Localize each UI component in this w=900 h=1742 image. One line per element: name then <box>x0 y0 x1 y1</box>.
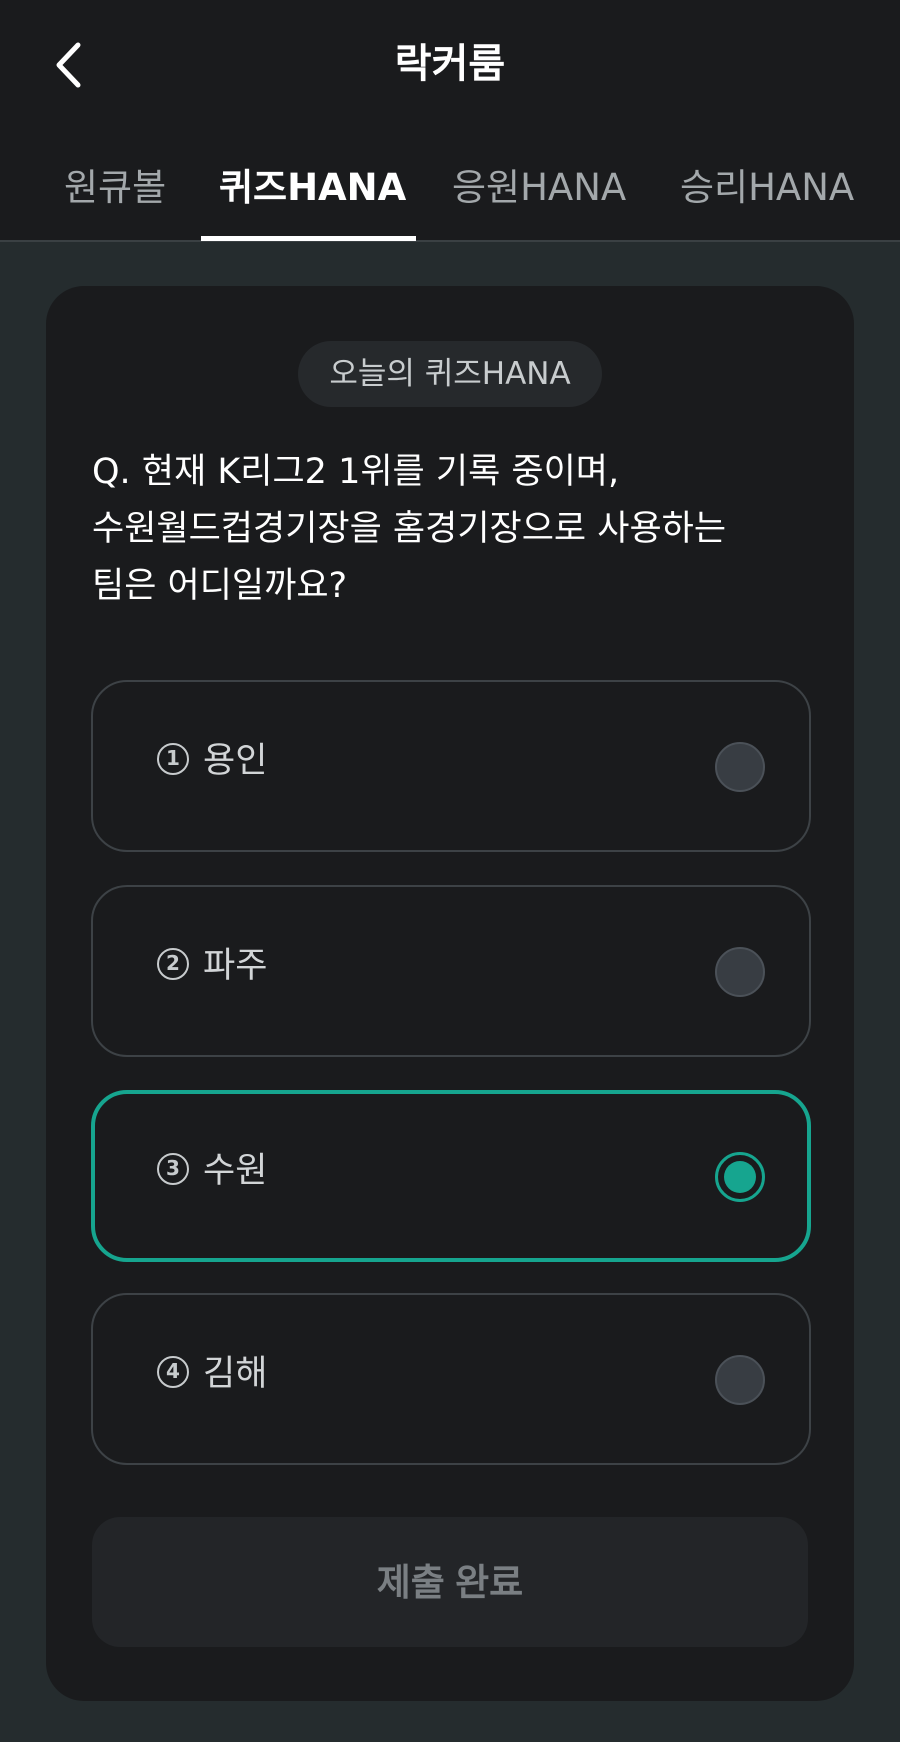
option-number-badge: 2 <box>157 948 189 980</box>
quiz-option-1[interactable]: 1 용인 <box>91 680 811 852</box>
tab-cheer-hana[interactable]: 응원HANA <box>452 160 626 216</box>
quiz-option-4[interactable]: 4 김해 <box>91 1293 811 1465</box>
question-line: Q. 현재 K리그2 1위를 기록 중이며, <box>92 452 620 492</box>
radio-selected-dot <box>724 1161 756 1193</box>
chevron-left-icon <box>56 42 81 88</box>
quiz-card: 오늘의 퀴즈HANA Q. 현재 K리그2 1위를 기록 중이며, 수원월드컵경… <box>46 286 854 1701</box>
quiz-question: Q. 현재 K리그2 1위를 기록 중이며, 수원월드컵경기장을 홈경기장으로 … <box>92 444 812 615</box>
tab-wonqball[interactable]: 원큐볼 <box>64 160 166 216</box>
tab-bar: 원큐볼 퀴즈HANA 응원HANA 승리HANA <box>0 150 900 241</box>
option-number-badge: 4 <box>157 1356 189 1388</box>
option-label: 수원 <box>203 1151 268 1191</box>
tab-quiz-hana[interactable]: 퀴즈HANA <box>219 160 406 216</box>
question-line: 수원월드컵경기장을 홈경기장으로 사용하는 <box>92 509 727 549</box>
question-line: 팀은 어디일까요? <box>92 566 348 606</box>
quiz-badge: 오늘의 퀴즈HANA <box>298 341 602 407</box>
quiz-option-2[interactable]: 2 파주 <box>91 885 811 1057</box>
radio-button[interactable] <box>715 947 765 997</box>
tab-victory-hana[interactable]: 승리HANA <box>680 160 854 216</box>
submit-button[interactable]: 제출 완료 <box>92 1517 808 1647</box>
radio-button-selected[interactable] <box>715 1152 765 1202</box>
option-label: 용인 <box>203 741 268 781</box>
radio-button[interactable] <box>715 742 765 792</box>
option-label: 파주 <box>203 946 268 986</box>
option-number-badge: 1 <box>157 743 189 775</box>
back-button[interactable] <box>40 34 96 96</box>
radio-button[interactable] <box>715 1355 765 1405</box>
active-tab-indicator <box>201 236 416 241</box>
page-title: 락커룸 <box>394 41 506 87</box>
option-label: 김해 <box>203 1354 268 1394</box>
option-number-badge: 3 <box>157 1153 189 1185</box>
top-bar: 락커룸 원큐볼 퀴즈HANA 응원HANA 승리HANA <box>0 0 900 242</box>
quiz-option-3[interactable]: 3 수원 <box>91 1090 811 1262</box>
